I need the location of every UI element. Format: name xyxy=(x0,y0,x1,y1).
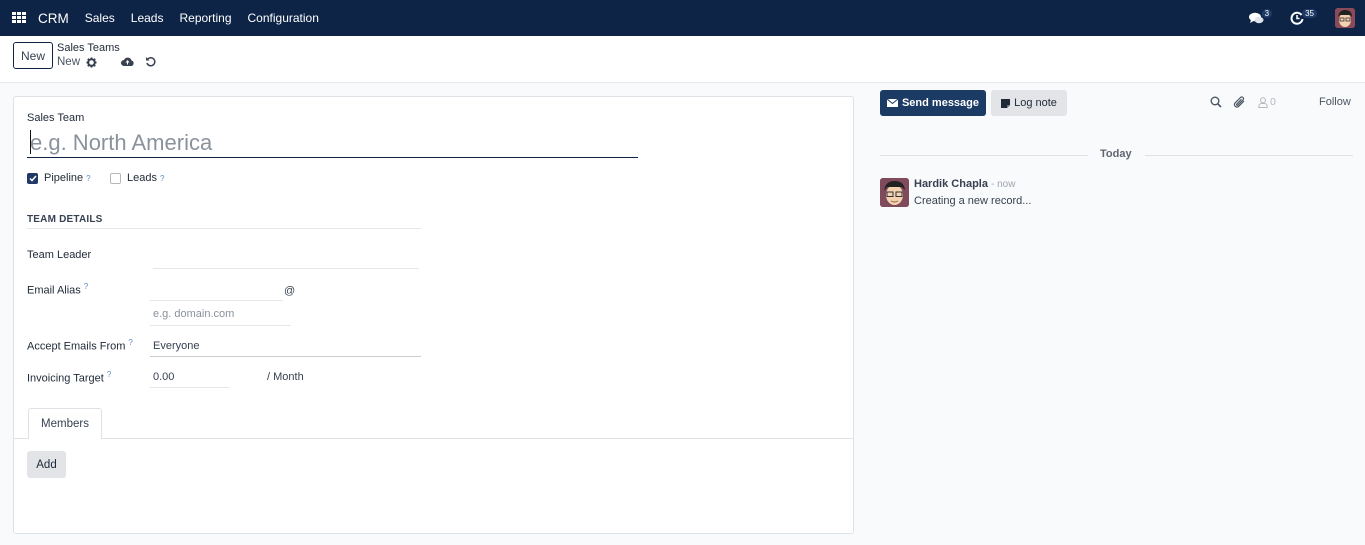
send-message-button[interactable]: Send message xyxy=(880,90,986,116)
gear-icon[interactable] xyxy=(86,56,97,68)
activities-button[interactable]: 35 xyxy=(1290,8,1317,25)
invoicing-target-help-tooltip[interactable]: ? xyxy=(107,370,111,379)
pipeline-help-tooltip[interactable]: ? xyxy=(86,174,90,183)
sales-team-name-input[interactable] xyxy=(27,128,638,158)
log-note-label: Log note xyxy=(1014,97,1057,109)
menu-reporting[interactable]: Reporting xyxy=(179,11,231,25)
top-navbar: CRM Sales Leads Reporting Configuration … xyxy=(0,0,1365,36)
message-time: - now xyxy=(990,179,1016,190)
app-brand[interactable]: CRM xyxy=(38,11,69,26)
menu-sales[interactable]: Sales xyxy=(85,11,115,25)
leads-label: Leads xyxy=(127,172,157,184)
email-alias-label-text: Email Alias xyxy=(27,284,81,297)
email-alias-help-tooltip[interactable]: ? xyxy=(84,282,88,291)
checkmark-icon xyxy=(28,175,37,182)
section-divider xyxy=(27,228,421,229)
follow-button[interactable]: Follow xyxy=(1319,96,1351,108)
date-separator-label: Today xyxy=(1100,148,1132,160)
breadcrumb-current: New xyxy=(57,56,97,68)
apps-grid-icon[interactable] xyxy=(12,12,26,24)
message-header: Hardik Chapla - now xyxy=(914,178,1015,190)
tab-divider xyxy=(14,438,853,439)
tab-members[interactable]: Members xyxy=(28,408,102,439)
breadcrumb-sales-teams[interactable]: Sales Teams xyxy=(57,42,120,54)
leads-checkbox-row: Leads ? xyxy=(110,172,164,184)
search-icon[interactable] xyxy=(1210,96,1222,108)
message-author-name[interactable]: Hardik Chapla xyxy=(914,178,988,190)
team-leader-label: Team Leader xyxy=(27,249,92,261)
envelope-icon xyxy=(886,99,898,107)
cloud-upload-icon[interactable] xyxy=(121,56,134,67)
leads-help-tooltip[interactable]: ? xyxy=(160,174,164,183)
control-panel: New Sales Teams New xyxy=(0,36,1365,83)
paperclip-icon[interactable] xyxy=(1233,96,1246,109)
per-month-suffix: / Month xyxy=(267,371,304,383)
date-separator-line-right xyxy=(1145,155,1353,156)
followers-button[interactable]: 0 xyxy=(1258,96,1276,108)
user-avatar[interactable] xyxy=(1335,8,1355,28)
team-leader-input[interactable] xyxy=(153,268,419,269)
text-caret xyxy=(30,130,31,154)
undo-icon[interactable] xyxy=(145,56,156,67)
pipeline-checkbox-row: Pipeline ? xyxy=(27,172,91,184)
pipeline-label: Pipeline xyxy=(44,172,84,184)
add-member-button[interactable]: Add xyxy=(27,451,66,478)
alias-domain-underline xyxy=(150,325,291,326)
accept-emails-label: Accept Emails From? xyxy=(27,338,133,353)
date-separator-line-left xyxy=(880,155,1088,156)
menu-configuration[interactable]: Configuration xyxy=(248,11,319,25)
accept-emails-select[interactable]: Everyone xyxy=(153,340,199,352)
invoicing-target-underline xyxy=(150,387,230,388)
message-author-avatar[interactable] xyxy=(880,178,909,207)
leads-checkbox[interactable] xyxy=(110,172,121,184)
alias-domain-input[interactable]: e.g. domain.com xyxy=(153,308,234,320)
messages-count-badge: 3 xyxy=(1261,8,1273,18)
breadcrumb-current-label: New xyxy=(57,56,81,68)
invoicing-target-label-text: Invoicing Target xyxy=(27,372,104,385)
pipeline-checkbox[interactable] xyxy=(27,172,38,184)
at-sign: @ xyxy=(284,285,296,297)
form-sheet: Sales Team Pipeline ? Leads ? TEAM DETAI… xyxy=(13,96,854,534)
invoicing-target-label: Invoicing Target? xyxy=(27,370,111,385)
team-details-heading: TEAM DETAILS xyxy=(27,214,103,225)
followers-count: 0 xyxy=(1270,96,1276,108)
email-alias-label: Email Alias? xyxy=(27,282,88,297)
activities-count-badge: 35 xyxy=(1302,8,1317,18)
accept-emails-label-text: Accept Emails From xyxy=(27,340,126,353)
message-body: Creating a new record... xyxy=(914,195,1032,207)
send-message-label: Send message xyxy=(901,97,980,109)
sales-team-label: Sales Team xyxy=(27,112,85,124)
email-alias-input[interactable] xyxy=(150,300,283,301)
accept-emails-underline xyxy=(150,356,421,357)
sticky-note-icon xyxy=(1001,98,1011,108)
user-outline-icon xyxy=(1258,96,1268,108)
menu-leads[interactable]: Leads xyxy=(131,11,164,25)
messages-button[interactable]: 3 xyxy=(1248,8,1273,25)
accept-emails-help-tooltip[interactable]: ? xyxy=(128,338,132,347)
log-note-button[interactable]: Log note xyxy=(991,90,1067,116)
invoicing-target-input[interactable]: 0.00 xyxy=(153,371,174,383)
new-button[interactable]: New xyxy=(13,42,53,69)
